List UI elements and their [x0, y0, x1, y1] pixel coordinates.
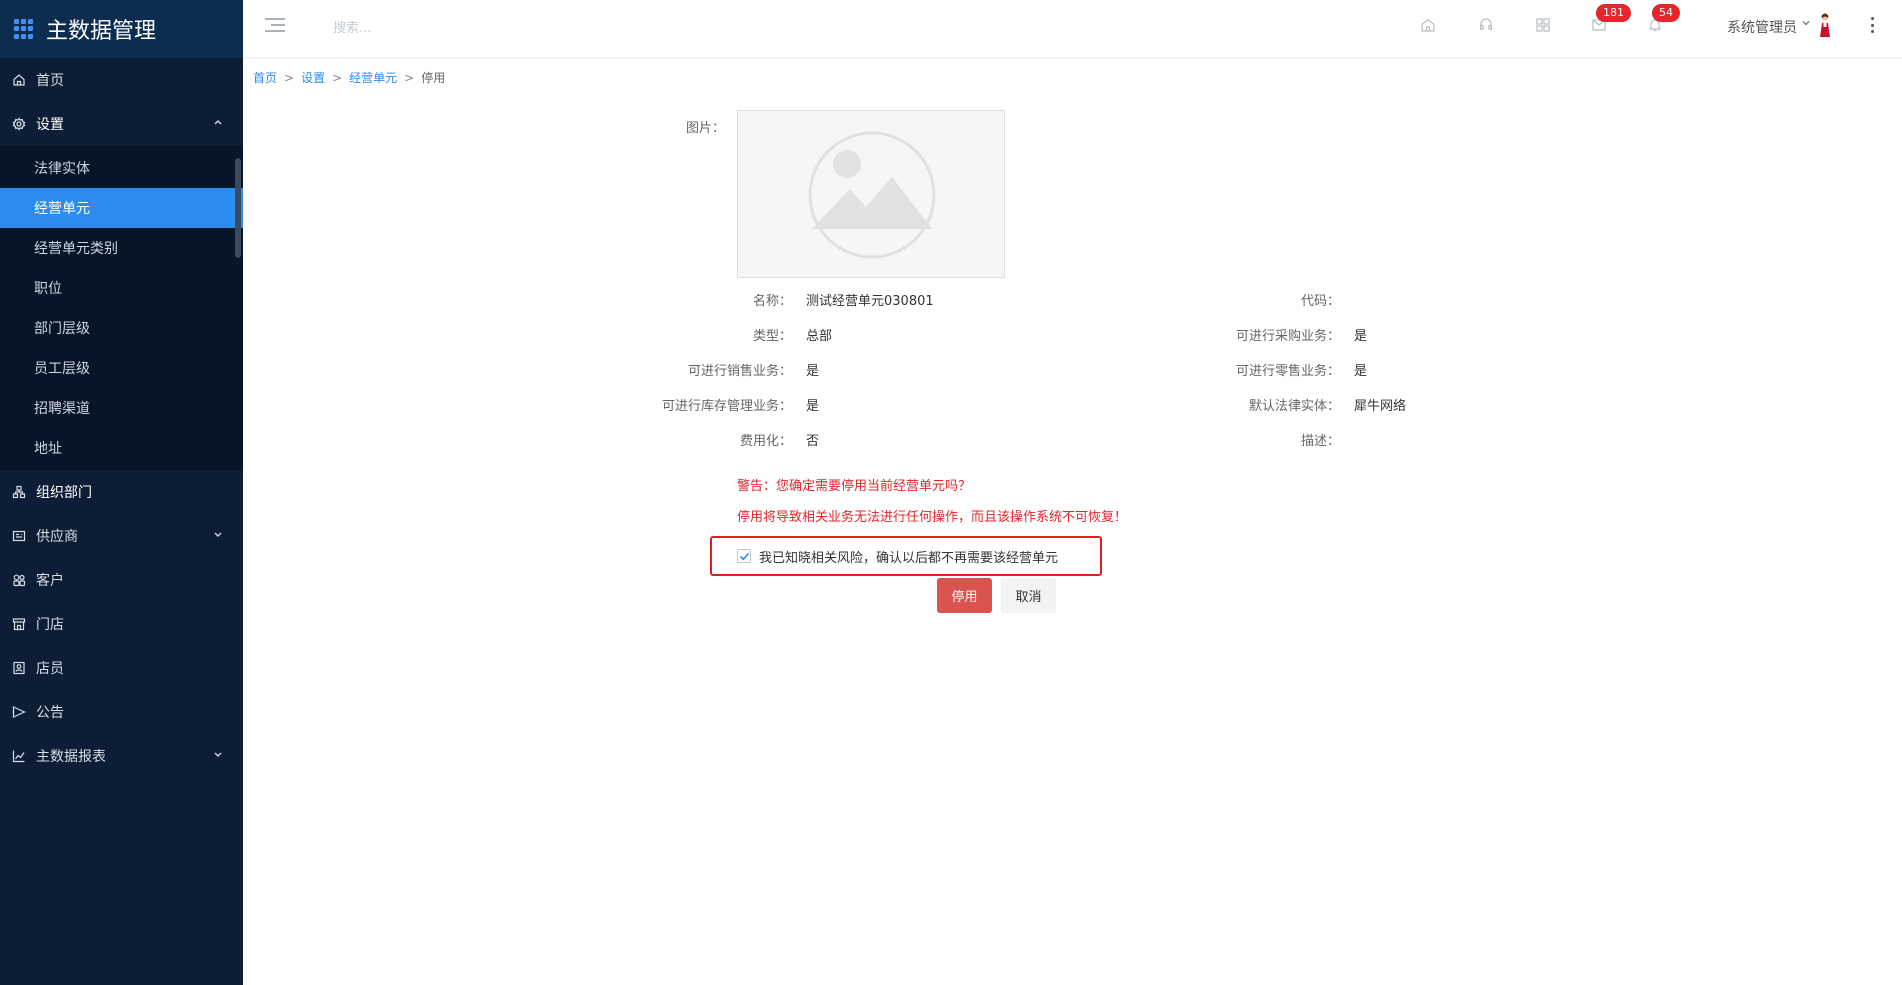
- notification-count-badge: 54: [1652, 4, 1680, 22]
- sidebar-item-label: 设置: [36, 117, 64, 133]
- id-card-icon: [12, 661, 26, 675]
- sidebar-subitem-address[interactable]: 地址: [0, 428, 243, 468]
- inventory-label: 可进行库存管理业务：: [661, 399, 792, 414]
- user-name[interactable]: 系统管理员: [1727, 17, 1797, 37]
- sales-label: 可进行销售业务：: [687, 364, 792, 379]
- name-label: 名称：: [752, 294, 792, 309]
- brand-title: 主数据管理: [46, 19, 157, 44]
- sidebar-item-notice[interactable]: 公告: [0, 690, 243, 734]
- chevron-down-icon[interactable]: [1801, 18, 1811, 31]
- sales-value: 是: [806, 364, 820, 379]
- sidebar-menu: 首页 设置 法律实体 经营单元 经营单元类别 职位 部门层级 员工层级 招聘渠道…: [0, 58, 243, 778]
- risk-confirm-checkbox[interactable]: [737, 549, 751, 563]
- name-value: 测试经营单元030801: [806, 294, 934, 309]
- disable-button[interactable]: 停用: [937, 578, 992, 613]
- sidebar-item-label: 组织部门: [36, 485, 92, 501]
- sidebar-item-supplier[interactable]: 供应商: [0, 514, 243, 558]
- expense-value: 否: [806, 434, 820, 449]
- purchase-value: 是: [1354, 329, 1368, 344]
- sidebar-item-settings[interactable]: 设置: [0, 102, 243, 146]
- more-vertical-icon[interactable]: [1871, 17, 1875, 33]
- sidebar-item-customer[interactable]: 客户: [0, 558, 243, 602]
- top-header: 181 54 系统管理员: [243, 0, 1902, 58]
- chevron-down-icon: [213, 750, 223, 763]
- image-placeholder: [737, 110, 1005, 278]
- warning-line-2: 停用将导致相关业务无法进行任何操作，而且该操作系统不可恢复！: [737, 510, 1128, 525]
- search-input[interactable]: [333, 15, 633, 41]
- inventory-value: 是: [806, 399, 820, 414]
- retail-value: 是: [1354, 364, 1368, 379]
- sidebar-item-report[interactable]: 主数据报表: [0, 734, 243, 778]
- chevron-up-icon: [213, 118, 223, 131]
- purchase-label: 可进行采购业务：: [1235, 329, 1340, 344]
- cancel-button[interactable]: 取消: [1001, 578, 1056, 613]
- sidebar-item-label: 供应商: [36, 529, 78, 545]
- risk-confirm-label[interactable]: 我已知晓相关风险，确认以后都不再需要该经营单元: [759, 547, 1058, 566]
- legal-entity-label: 默认法律实体：: [1248, 399, 1340, 414]
- home-icon: [12, 73, 26, 87]
- megaphone-icon: [12, 705, 26, 719]
- sidebar-subitem-business-unit[interactable]: 经营单元: [0, 188, 243, 228]
- avatar[interactable]: [1817, 12, 1833, 38]
- sidebar-subitem-employee-level[interactable]: 员工层级: [0, 348, 243, 388]
- gear-icon: [12, 117, 26, 131]
- headset-icon[interactable]: [1477, 16, 1495, 34]
- chevron-down-icon: [213, 530, 223, 543]
- supplier-icon: [12, 529, 26, 543]
- breadcrumb-separator: >: [332, 71, 343, 85]
- sidebar-item-label: 门店: [36, 617, 64, 633]
- code-label: 代码：: [1300, 294, 1340, 309]
- sidebar-scrollbar[interactable]: [235, 158, 241, 258]
- brand: 主数据管理: [0, 0, 243, 58]
- bell-icon[interactable]: 54: [1646, 4, 1680, 34]
- sidebar-subitem-department-level[interactable]: 部门层级: [0, 308, 243, 348]
- description-label: 描述：: [1300, 434, 1340, 449]
- expense-label: 费用化：: [739, 434, 792, 449]
- sidebar-item-home[interactable]: 首页: [0, 58, 243, 102]
- line-chart-icon: [12, 749, 26, 763]
- sidebar: 主数据管理 首页 设置 法律实体 经营单元 经营单元类别 职位 部门层级 员工层…: [0, 0, 243, 985]
- sidebar-item-clerk[interactable]: 店员: [0, 646, 243, 690]
- breadcrumb-current: 停用: [421, 71, 446, 85]
- type-label: 类型：: [752, 329, 792, 344]
- breadcrumb-settings[interactable]: 设置: [301, 71, 325, 85]
- image-placeholder-icon: [808, 131, 936, 259]
- org-chart-icon: [12, 485, 26, 499]
- sidebar-subitem-recruit-channel[interactable]: 招聘渠道: [0, 388, 243, 428]
- menu-toggle-icon[interactable]: [265, 18, 285, 34]
- breadcrumb-home[interactable]: 首页: [253, 71, 277, 85]
- sidebar-subitem-position[interactable]: 职位: [0, 268, 243, 308]
- legal-entity-value: 犀牛网络: [1354, 399, 1407, 414]
- sidebar-item-label: 首页: [36, 73, 64, 89]
- customer-icon: [12, 573, 26, 587]
- sidebar-item-label: 公告: [36, 705, 64, 721]
- sidebar-subitem-legal-entity[interactable]: 法律实体: [0, 148, 243, 188]
- breadcrumb-business-unit[interactable]: 经营单元: [349, 71, 397, 85]
- breadcrumb-separator: >: [284, 71, 295, 85]
- risk-confirm-box: 我已知晓相关风险，确认以后都不再需要该经营单元: [710, 536, 1102, 576]
- home-icon[interactable]: [1419, 16, 1437, 34]
- message-icon[interactable]: 181: [1590, 4, 1631, 34]
- sidebar-item-label: 店员: [36, 661, 64, 677]
- sidebar-item-org[interactable]: 组织部门: [0, 470, 243, 514]
- checkmark-icon: [739, 552, 749, 560]
- sidebar-item-store[interactable]: 门店: [0, 602, 243, 646]
- grid-icon[interactable]: [1534, 16, 1552, 34]
- sidebar-item-label: 主数据报表: [36, 749, 106, 765]
- warning-line-1: 警告：您确定需要停用当前经营单元吗？: [737, 479, 972, 494]
- image-label: 图片：: [685, 121, 725, 136]
- settings-submenu: 法律实体 经营单元 经营单元类别 职位 部门层级 员工层级 招聘渠道 地址: [0, 146, 243, 470]
- message-count-badge: 181: [1596, 4, 1631, 22]
- sidebar-item-label: 客户: [36, 573, 64, 589]
- breadcrumb-separator: >: [404, 71, 415, 85]
- retail-label: 可进行零售业务：: [1235, 364, 1340, 379]
- type-value: 总部: [806, 329, 833, 344]
- apps-grid-icon[interactable]: [14, 19, 34, 39]
- store-icon: [12, 617, 26, 631]
- breadcrumb: 首页 > 设置 > 经营单元 > 停用: [253, 69, 445, 86]
- sidebar-subitem-business-unit-category[interactable]: 经营单元类别: [0, 228, 243, 268]
